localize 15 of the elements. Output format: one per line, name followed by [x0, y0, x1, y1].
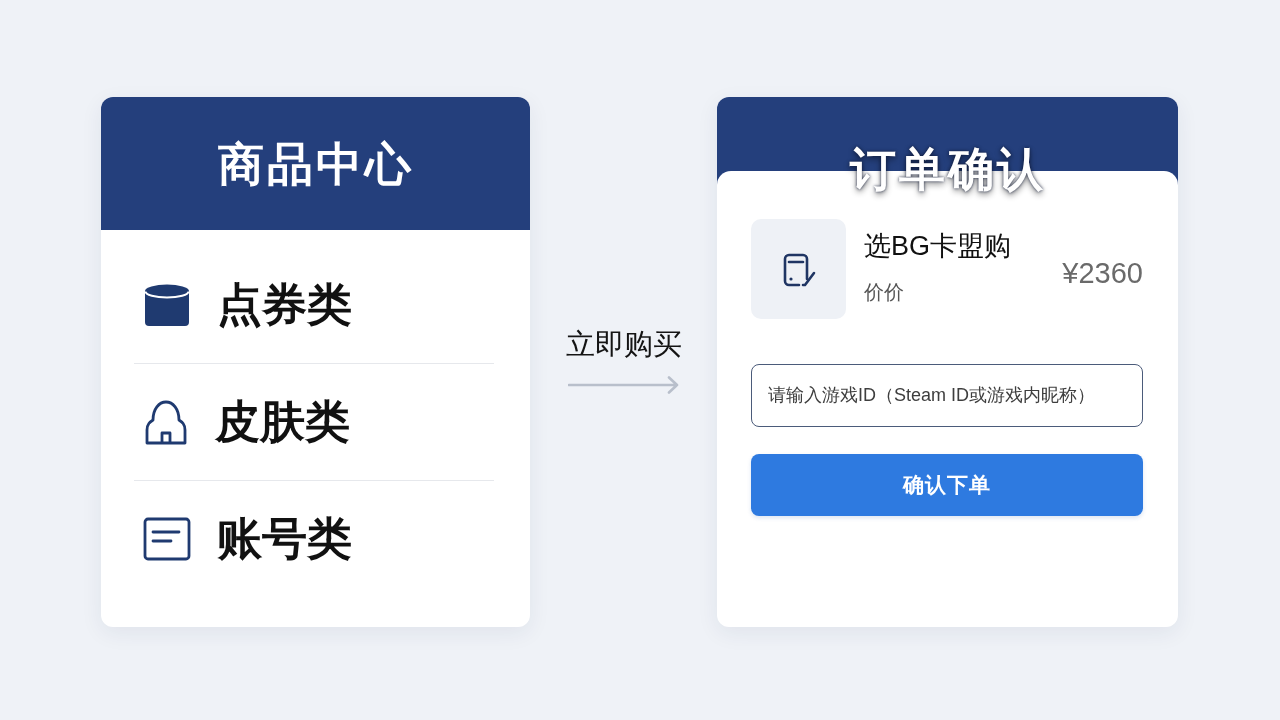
- house-icon: [143, 398, 189, 446]
- product-price: ¥2360: [1062, 256, 1143, 291]
- category-item[interactable]: 皮肤类: [134, 363, 494, 480]
- product-name: 选BG卡盟购: [864, 230, 1011, 263]
- submit-button[interactable]: 确认下单: [751, 454, 1143, 516]
- text-box-icon: [143, 517, 191, 561]
- document-pen-icon: [751, 219, 846, 319]
- panel-title: 商品中心: [217, 137, 414, 190]
- action-label: 立即购买: [565, 327, 682, 362]
- arrow-right-icon: [567, 376, 680, 394]
- category-item[interactable]: 账号类: [134, 480, 494, 597]
- category-item[interactable]: 点券类: [134, 247, 494, 363]
- game-id-field[interactable]: 请输入游戏ID（Steam ID或游戏内昵称）: [751, 364, 1143, 427]
- cylinder-icon: [143, 283, 191, 327]
- product-subtitle: 价价: [864, 280, 905, 305]
